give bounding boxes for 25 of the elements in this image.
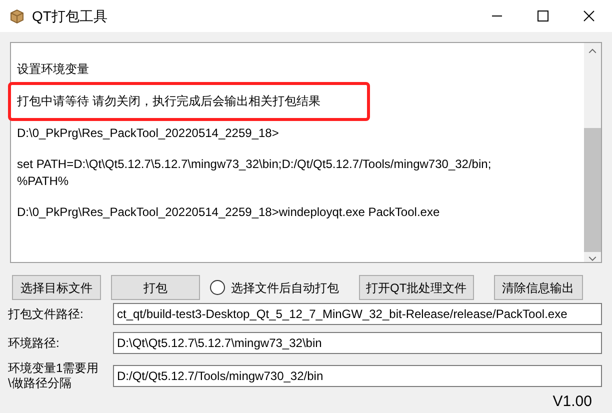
log-line: set PATH=D:\Qt\Qt5.12.7\5.12.7\mingw73_32\bin;D:/Qt/Qt5.12.7/Tools/mingw730_32/bin; %PATH% — [17, 156, 492, 190]
field-label: 环境路径: — [7, 336, 60, 350]
log-line: 设置环境变量 — [17, 61, 90, 78]
path-field[interactable]: ct_qt/build-test3-Desktop_Qt_5_12_7_MinGW_32_bit-Release/release/PackTool.exe — [113, 303, 602, 325]
scroll-up-icon — [588, 48, 597, 54]
version-label: V1.00 — [552, 392, 592, 412]
field-label: 环境变量1需要用\做路径分隔 — [7, 361, 100, 391]
log-line: D:\0_PkPrg\Res_PackTool_20220514_2259_18>windeployqt.exe PackTool.exe — [17, 204, 441, 221]
path-field[interactable]: D:\Qt\Qt5.12.7\5.12.7\mingw73_32\bin — [113, 332, 602, 354]
log-line: 打包中请等待 请勿关闭，执行完成后会输出相关打包结果 — [17, 93, 322, 110]
toolbar-button[interactable]: 打包 — [111, 275, 200, 300]
scroll-down-icon — [588, 256, 597, 262]
field-label: 打包文件路径: — [7, 306, 84, 322]
package-icon — [9, 8, 25, 24]
path-field[interactable]: D:/Qt/Qt5.12.7/Tools/mingw730_32/bin — [113, 365, 602, 387]
toolbar-button[interactable]: 打开QT批处理文件 — [359, 275, 474, 300]
log-line: D:\0_PkPrg\Res_PackTool_20220514_2259_18> — [17, 125, 280, 142]
window-title: QT打包工具 — [32, 6, 108, 26]
toolbar-button[interactable]: 清除信息输出 — [494, 275, 583, 300]
scrollbar-thumb[interactable] — [584, 128, 601, 252]
toolbar-button[interactable]: 选择目标文件 — [12, 275, 101, 300]
maximize-icon — [537, 10, 549, 22]
close-icon — [583, 10, 595, 22]
radio-label: 选择文件后自动打包 — [231, 280, 339, 296]
radio-button[interactable] — [210, 280, 225, 295]
